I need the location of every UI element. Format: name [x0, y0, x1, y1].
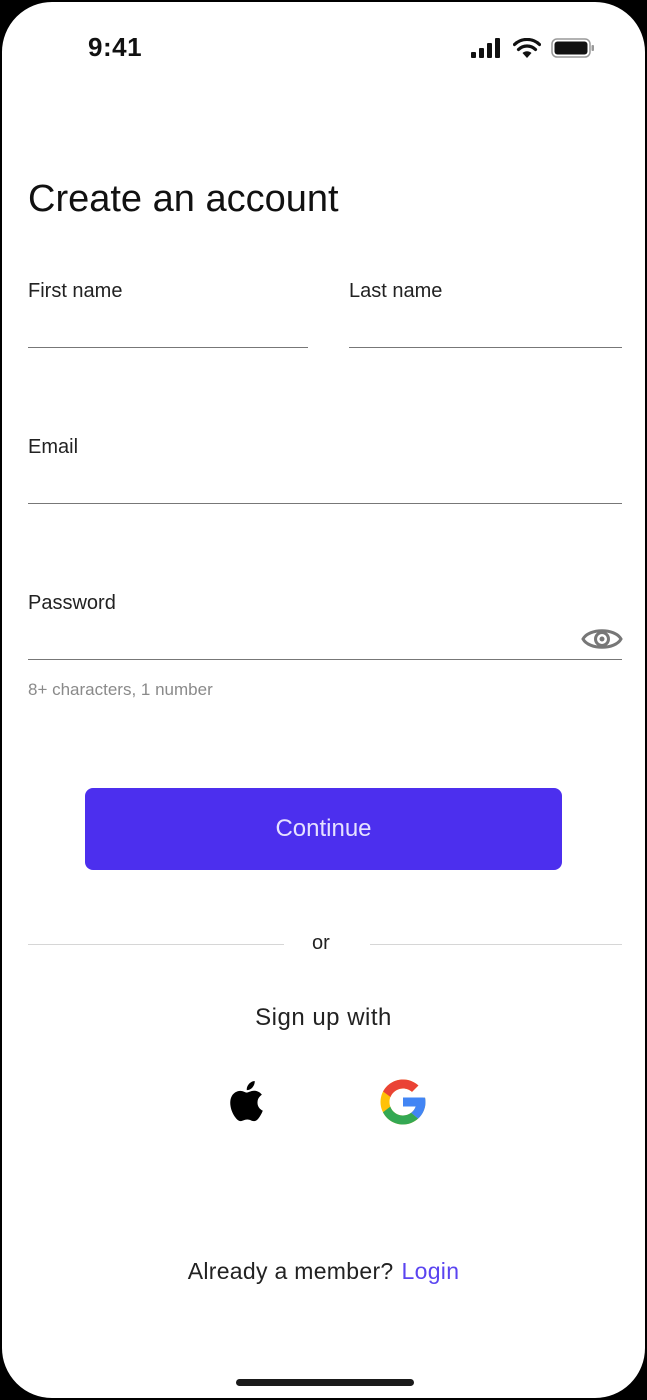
page-title: Create an account	[28, 178, 339, 220]
email-input[interactable]	[28, 465, 622, 501]
apple-signup-button[interactable]	[217, 1074, 271, 1128]
eye-icon[interactable]	[581, 624, 623, 654]
continue-button[interactable]: Continue	[85, 788, 562, 870]
first-name-input[interactable]	[28, 309, 308, 345]
phone-screen: 9:41 Create an account First name Last n…	[0, 0, 647, 1400]
home-indicator[interactable]	[236, 1379, 414, 1386]
battery-icon	[551, 38, 594, 58]
google-icon	[380, 1079, 426, 1125]
email-label: Email	[28, 436, 79, 458]
first-name-label: First name	[28, 280, 123, 302]
last-name-underline	[349, 347, 622, 348]
password-input[interactable]	[28, 621, 573, 657]
status-time: 9:41	[88, 32, 143, 62]
password-underline	[28, 659, 622, 660]
google-signup-button[interactable]	[376, 1075, 430, 1129]
divider-text: or	[312, 932, 330, 954]
divider-right	[370, 944, 622, 945]
wifi-icon	[513, 38, 541, 58]
status-icons	[471, 38, 595, 58]
signup-with-label: Sign up with	[255, 1004, 392, 1031]
first-name-underline	[28, 347, 308, 348]
divider-left	[28, 944, 284, 945]
password-hint: 8+ characters, 1 number	[28, 680, 213, 699]
password-label: Password	[28, 592, 116, 614]
last-name-input[interactable]	[349, 309, 622, 345]
last-name-label: Last name	[349, 280, 443, 302]
already-member-text: Already a member?	[187, 1258, 394, 1284]
login-link[interactable]: Login	[402, 1258, 460, 1284]
apple-icon	[230, 1081, 263, 1122]
email-underline	[28, 503, 622, 504]
cellular-signal-icon	[471, 38, 500, 58]
footer: Already a member? Login	[2, 1258, 645, 1285]
